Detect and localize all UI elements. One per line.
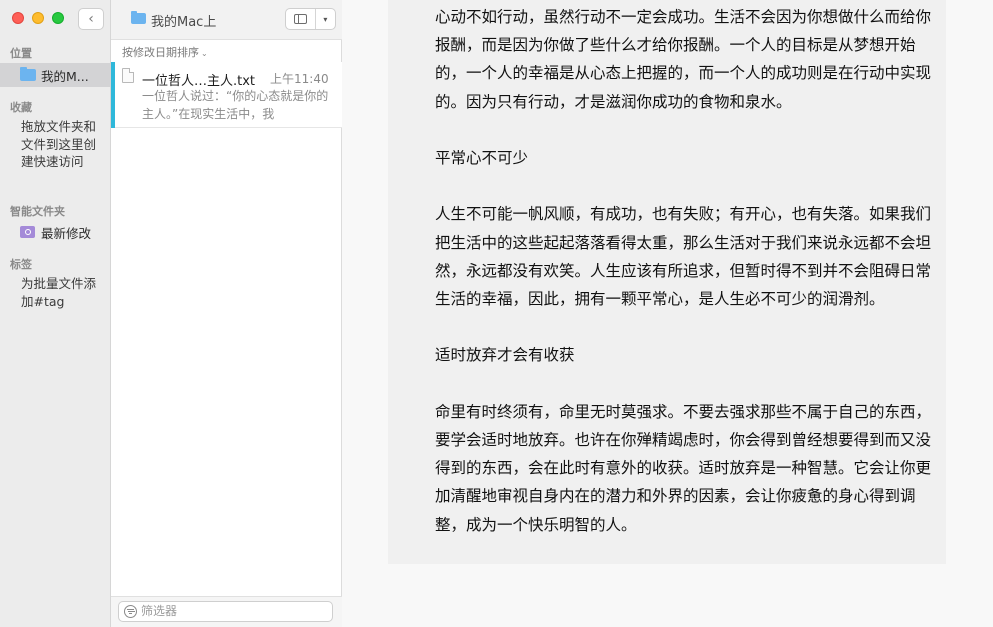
paragraph: 人生不可能一帆风顺，有成功，也有失败；有开心，也有失落。如果我们把生活中的这些起… [435,205,932,308]
sidebar-section-smart-folders: 智能文件夹 [10,205,65,218]
view-toggle-button[interactable]: ▾ [285,8,336,30]
folder-icon [20,67,36,81]
tags-hint: 为批量文件添加#tag [21,276,97,309]
chevron-down-icon: ⌄ [201,49,208,58]
list-item[interactable]: 一位哲人…主人.txt 上午11:40 一位哲人说过：“你的心态就是你的主人。”… [111,62,342,128]
note-editor[interactable]: 心动不如行动，虽然行动不一定会成功。生活不会因为你想做什么而给你报酬，而是因为你… [388,0,946,564]
toolbar: ‹ 我的Mac上 ▾ [78,0,342,40]
zoom-window-button[interactable] [52,12,64,24]
filter-placeholder: 筛选器 [141,604,178,618]
toggle-sidebar-button[interactable] [286,9,316,29]
filter-icon [124,605,137,618]
filter-input[interactable]: 筛选器 [118,601,333,622]
sidebar-item-recent[interactable]: 最新修改 [0,221,111,243]
folder-icon [131,11,146,24]
sidebar-section-tags: 标签 [10,258,32,271]
note-time: 上午11:40 [270,72,329,86]
paragraph-heading: 平常心不可少 [435,149,529,167]
paragraph: 心动不如行动，虽然行动不一定会成功。生活不会因为你想做什么而给你报酬，而是因为你… [435,8,932,111]
minimize-window-button[interactable] [32,12,44,24]
sidebar-item-label: 我的M... [41,68,89,84]
back-button[interactable]: ‹ [78,8,104,30]
paragraph: 命里有时终须有，命里无时莫强求。不要去强求那些不属于自己的东西，要学会适时地放弃… [435,402,932,534]
close-window-button[interactable] [12,12,24,24]
note-preview: 一位哲人说过：“你的心态就是你的主人。”在现实生活中，我 [142,89,329,121]
sort-menu[interactable]: 按修改日期排序 ⌄ [122,44,208,60]
window-title: 我的Mac上 [151,15,217,30]
sidebar-section-favorites: 收藏 [10,101,32,114]
smart-folder-icon [20,226,35,238]
chevron-down-icon: ▾ [323,14,328,24]
paragraph-heading: 适时放弃才会有收获 [435,346,575,365]
view-options-dropdown[interactable]: ▾ [316,9,335,29]
sidebar-item-my-mac[interactable]: 我的M... [0,63,111,87]
favorites-hint: 拖放文件夹和文件到这里创建快速访问 [21,119,97,169]
sidebar-section-location: 位置 [10,47,32,60]
chevron-left-icon: ‹ [88,11,94,27]
sidebar-item-label: 最新修改 [41,225,92,241]
filter-bar: 筛选器 [111,596,342,627]
window-controls [12,12,64,24]
selection-indicator [111,62,115,128]
sidebar-toggle-icon [293,14,307,24]
document-icon [122,68,134,83]
sidebar: 位置 我的M... 收藏 拖放文件夹和文件到这里创建快速访问 智能文件夹 最新修… [0,0,111,627]
note-list-column: ‹ 我的Mac上 ▾ 按修改日期排序 ⌄ 一位哲人…主人.txt 上午11:40 … [78,0,342,627]
note-title: 一位哲人…主人.txt [142,74,256,89]
sort-label: 按修改日期排序 [122,46,199,59]
